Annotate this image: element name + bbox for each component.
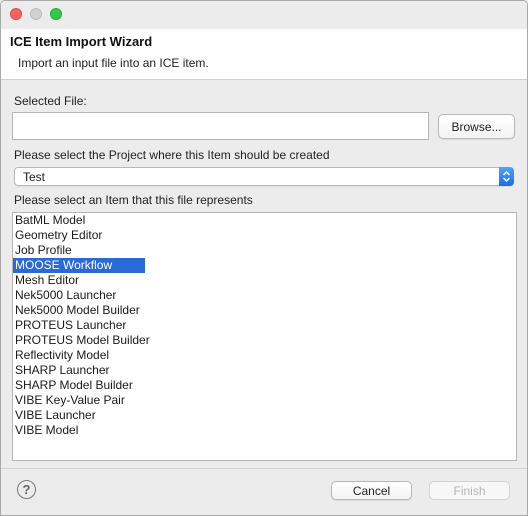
list-item[interactable]: VIBE Launcher <box>13 408 145 423</box>
list-item[interactable]: BatML Model <box>13 213 145 228</box>
cancel-button[interactable]: Cancel <box>331 481 412 500</box>
maximize-window-button[interactable] <box>50 8 62 20</box>
list-item[interactable]: SHARP Launcher <box>13 363 145 378</box>
wizard-description: Import an input file into an ICE item. <box>18 56 209 70</box>
project-label: Please select the Project where this Ite… <box>14 148 330 162</box>
wizard-title: ICE Item Import Wizard <box>10 34 153 49</box>
list-item[interactable]: Reflectivity Model <box>13 348 145 363</box>
wizard-header: ICE Item Import Wizard Import an input f… <box>1 29 527 80</box>
close-window-button[interactable] <box>10 8 22 20</box>
list-item[interactable]: MOOSE Workflow <box>13 258 145 273</box>
minimize-window-button[interactable] <box>30 8 42 20</box>
chevron-up-down-icon <box>499 167 514 186</box>
list-item[interactable]: Mesh Editor <box>13 273 145 288</box>
list-item[interactable]: PROTEUS Launcher <box>13 318 145 333</box>
item-type-label: Please select an Item that this file rep… <box>14 193 253 207</box>
list-item[interactable]: Job Profile <box>13 243 145 258</box>
list-item[interactable]: PROTEUS Model Builder <box>13 333 150 348</box>
browse-button[interactable]: Browse... <box>438 114 515 139</box>
list-item[interactable]: VIBE Model <box>13 423 145 438</box>
help-icon[interactable]: ? <box>17 480 36 499</box>
list-item[interactable]: Geometry Editor <box>13 228 145 243</box>
list-item[interactable]: Nek5000 Launcher <box>13 288 145 303</box>
selected-file-label: Selected File: <box>14 94 87 108</box>
title-bar <box>1 1 527 29</box>
list-item[interactable]: Nek5000 Model Builder <box>13 303 145 318</box>
project-select-value: Test <box>23 170 46 184</box>
list-item[interactable]: VIBE Key-Value Pair <box>13 393 145 408</box>
footer-divider <box>1 468 527 469</box>
wizard-window: ICE Item Import Wizard Import an input f… <box>0 0 528 516</box>
finish-button[interactable]: Finish <box>429 481 510 500</box>
list-item[interactable]: SHARP Model Builder <box>13 378 145 393</box>
selected-file-input[interactable] <box>12 112 429 140</box>
project-select[interactable]: Test <box>14 167 514 186</box>
item-type-list[interactable]: BatML Model Geometry Editor Job Profile MOO… <box>12 212 517 461</box>
